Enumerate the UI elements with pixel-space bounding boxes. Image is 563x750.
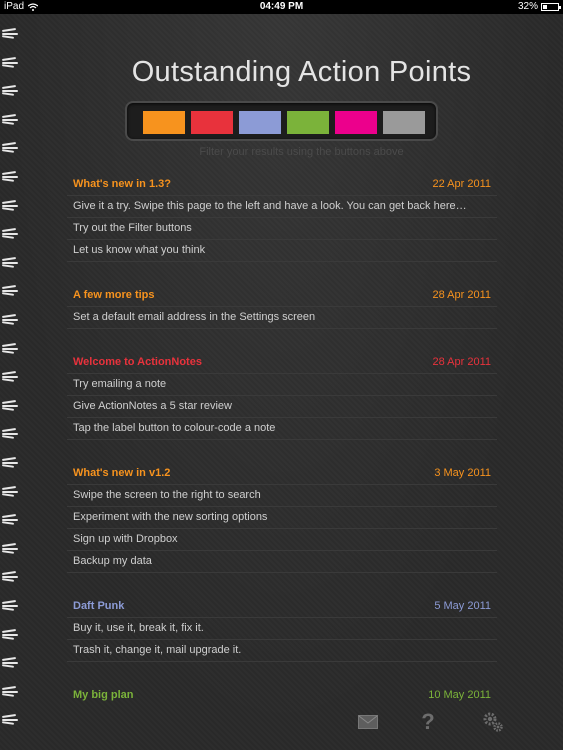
note-date: 10 May 2011 bbox=[428, 689, 491, 701]
note-header[interactable]: Welcome to ActionNotes 28 Apr 2011 bbox=[67, 351, 497, 374]
note-header[interactable]: What's new in v1.2 3 May 2011 bbox=[67, 462, 497, 485]
action-item[interactable]: Set a default email address in the Setti… bbox=[67, 307, 497, 329]
question-mark-icon: ? bbox=[421, 709, 435, 734]
note-title: A few more tips bbox=[73, 289, 155, 301]
spiral-ring bbox=[1, 657, 18, 669]
spiral-ring bbox=[1, 685, 18, 697]
filter-button-orange[interactable] bbox=[143, 111, 185, 134]
help-button[interactable]: ? bbox=[411, 705, 445, 739]
battery-icon bbox=[541, 3, 561, 11]
note-group: What's new in v1.2 3 May 2011 Swipe the sc… bbox=[67, 462, 497, 573]
notebook-spiral-binding bbox=[0, 20, 22, 730]
note-date: 3 May 2011 bbox=[434, 467, 491, 479]
spiral-ring bbox=[1, 314, 18, 325]
spiral-ring bbox=[1, 600, 18, 611]
spiral-ring bbox=[1, 514, 18, 526]
note-group: What's new in 1.3? 22 Apr 2011 Give it a t… bbox=[67, 173, 497, 262]
spiral-ring bbox=[1, 28, 18, 39]
status-bar: iPad 04:49 PM 32% bbox=[0, 0, 563, 14]
action-item[interactable]: Sign up with Dropbox bbox=[67, 529, 497, 551]
battery-percent: 32% bbox=[517, 1, 538, 12]
note-title: What's new in 1.3? bbox=[73, 178, 171, 190]
note-group: My big plan 10 May 2011 bbox=[67, 684, 497, 706]
note-header[interactable]: What's new in 1.3? 22 Apr 2011 bbox=[67, 173, 497, 196]
note-date: 28 Apr 2011 bbox=[432, 356, 491, 368]
note-header[interactable]: A few more tips 28 Apr 2011 bbox=[67, 284, 497, 307]
color-filter-bar bbox=[125, 101, 438, 141]
mail-button[interactable] bbox=[351, 705, 385, 739]
spiral-ring bbox=[1, 342, 18, 354]
action-item[interactable]: Give ActionNotes a 5 star review bbox=[67, 396, 497, 418]
filter-button-pink[interactable] bbox=[335, 111, 377, 134]
filter-button-green[interactable] bbox=[287, 111, 329, 134]
action-points-list: What's new in 1.3? 22 Apr 2011 Give it a t… bbox=[67, 173, 497, 728]
action-item[interactable]: Try out the Filter buttons bbox=[67, 218, 497, 240]
settings-button[interactable] bbox=[476, 705, 510, 739]
spiral-ring bbox=[1, 542, 18, 554]
action-item[interactable]: Swipe the screen to the right to search bbox=[67, 485, 497, 507]
status-time: 04:49 PM bbox=[259, 1, 304, 12]
spiral-ring bbox=[1, 171, 18, 182]
action-item[interactable]: Let us know what you think bbox=[67, 240, 497, 262]
gears-icon bbox=[483, 712, 503, 732]
spiral-ring bbox=[1, 285, 18, 297]
note-header[interactable]: My big plan 10 May 2011 bbox=[67, 684, 497, 706]
action-item[interactable]: Give it a try. Swipe this page to the le… bbox=[67, 196, 497, 218]
action-item[interactable]: Try emailing a note bbox=[67, 374, 497, 396]
spiral-ring bbox=[1, 113, 18, 125]
note-group: Welcome to ActionNotes 28 Apr 2011 Try ema… bbox=[67, 351, 497, 440]
note-title: What's new in v1.2 bbox=[73, 467, 171, 479]
action-item[interactable]: Buy it, use it, break it, fix it. bbox=[67, 618, 497, 640]
note-date: 28 Apr 2011 bbox=[432, 289, 491, 301]
status-right: 32% bbox=[517, 0, 561, 14]
spiral-ring bbox=[1, 485, 18, 497]
spiral-ring bbox=[1, 56, 18, 68]
spiral-ring bbox=[1, 571, 18, 583]
action-item[interactable]: Experiment with the new sorting options bbox=[67, 507, 497, 529]
bottom-toolbar: ? bbox=[0, 705, 563, 745]
spiral-ring bbox=[1, 399, 18, 411]
note-title: Daft Punk bbox=[73, 600, 125, 612]
filter-hint: Filter your results using the buttons ab… bbox=[199, 146, 404, 158]
note-title: My big plan bbox=[73, 689, 134, 701]
filter-button-blue[interactable] bbox=[239, 111, 281, 134]
spiral-ring bbox=[1, 85, 18, 97]
spiral-ring bbox=[1, 428, 18, 440]
spiral-ring bbox=[1, 228, 18, 240]
spiral-ring bbox=[1, 199, 18, 211]
spiral-ring bbox=[1, 628, 18, 640]
action-item[interactable]: Trash it, change it, mail upgrade it. bbox=[67, 640, 497, 662]
filter-button-red[interactable] bbox=[191, 111, 233, 134]
note-group: Daft Punk 5 May 2011 Buy it, use it, break… bbox=[67, 595, 497, 662]
page-title: Outstanding Action Points bbox=[131, 56, 472, 89]
note-date: 5 May 2011 bbox=[434, 600, 491, 612]
envelope-icon bbox=[358, 715, 378, 729]
spiral-ring bbox=[1, 256, 18, 268]
action-item[interactable]: Backup my data bbox=[67, 551, 497, 573]
note-title: Welcome to ActionNotes bbox=[73, 356, 202, 368]
spiral-ring bbox=[1, 371, 18, 383]
note-header[interactable]: Daft Punk 5 May 2011 bbox=[67, 595, 497, 618]
action-item[interactable]: Tap the label button to colour-code a no… bbox=[67, 418, 497, 440]
note-date: 22 Apr 2011 bbox=[432, 178, 491, 190]
spiral-ring bbox=[1, 142, 18, 154]
filter-button-grey[interactable] bbox=[383, 111, 425, 134]
spiral-ring bbox=[1, 457, 18, 468]
note-group: A few more tips 28 Apr 2011 Set a default … bbox=[67, 284, 497, 329]
